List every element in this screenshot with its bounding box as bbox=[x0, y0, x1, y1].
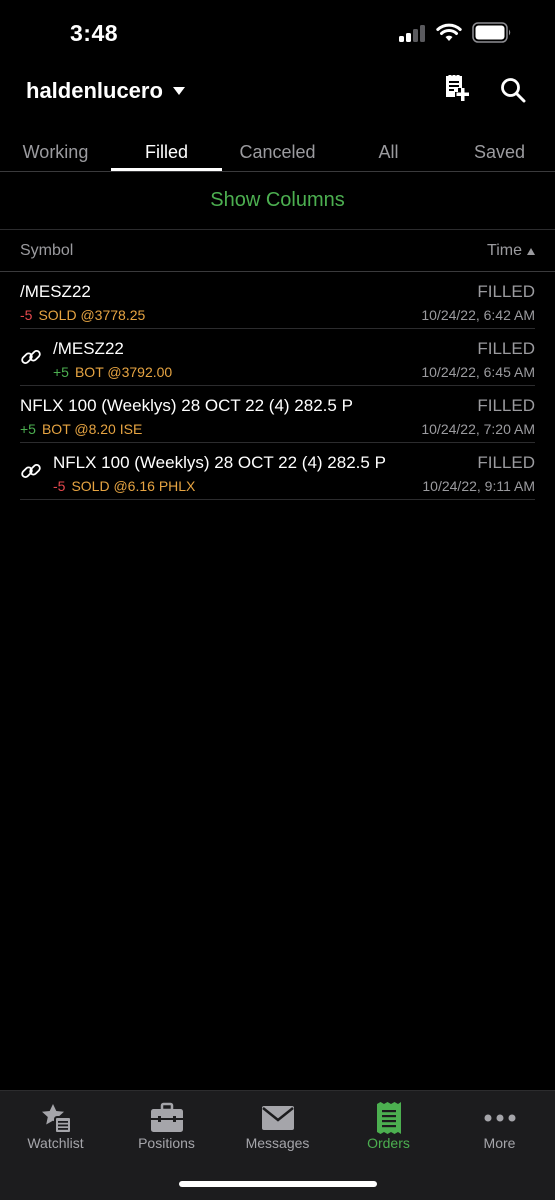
order-status: FILLED bbox=[477, 453, 535, 472]
tabbar-label: More bbox=[483, 1135, 516, 1151]
order-symbol: NFLX 100 (Weeklys) 28 OCT 22 (4) 282.5 P bbox=[53, 453, 386, 472]
sort-ascending-icon bbox=[527, 247, 535, 255]
tab-working[interactable]: Working bbox=[0, 142, 111, 163]
order-time: 10/24/22, 6:42 AM bbox=[421, 307, 535, 323]
order-detail: +5 BOT @8.20 ISE bbox=[20, 421, 142, 437]
order-row[interactable]: NFLX 100 (Weeklys) 28 OCT 22 (4) 282.5 P… bbox=[20, 443, 535, 500]
more-dots-icon bbox=[484, 1114, 516, 1122]
column-header-time[interactable]: Time bbox=[487, 242, 535, 260]
active-tab-indicator bbox=[111, 168, 222, 171]
search-icon[interactable] bbox=[500, 77, 526, 103]
column-headers: Symbol Time bbox=[0, 230, 555, 272]
orders-list: /MESZ22 -5 SOLD @3778.25 FILLED 10/24/22,… bbox=[0, 272, 555, 500]
status-bar: 3:48 bbox=[0, 0, 555, 66]
order-detail: -5 SOLD @6.16 PHLX bbox=[53, 478, 195, 494]
tab-saved[interactable]: Saved bbox=[444, 142, 555, 163]
tab-canceled[interactable]: Canceled bbox=[222, 142, 333, 163]
tab-all[interactable]: All bbox=[333, 142, 444, 163]
briefcase-icon bbox=[151, 1102, 183, 1132]
order-row[interactable]: /MESZ22 -5 SOLD @3778.25 FILLED 10/24/22,… bbox=[20, 272, 535, 329]
order-quantity: +5 bbox=[20, 421, 36, 437]
account-selector[interactable]: haldenlucero bbox=[26, 78, 185, 104]
order-time: 10/24/22, 7:20 AM bbox=[421, 421, 535, 437]
battery-icon bbox=[472, 22, 511, 43]
tabbar-label: Messages bbox=[245, 1135, 310, 1151]
tabbar-orders[interactable]: Orders bbox=[333, 1091, 444, 1161]
order-status: FILLED bbox=[477, 282, 535, 301]
link-icon bbox=[21, 350, 41, 364]
account-name: haldenlucero bbox=[26, 78, 163, 103]
tabbar-more[interactable]: More bbox=[444, 1091, 555, 1161]
order-symbol: NFLX 100 (Weeklys) 28 OCT 22 (4) 282.5 P bbox=[20, 396, 353, 415]
order-status-tabs: Working Filled Canceled All Saved bbox=[0, 128, 555, 172]
order-quantity: +5 bbox=[53, 364, 69, 380]
tabbar-label: Orders bbox=[367, 1135, 410, 1151]
receipt-icon bbox=[377, 1102, 401, 1134]
envelope-icon bbox=[262, 1106, 294, 1130]
order-fill: BOT @8.20 ISE bbox=[41, 421, 143, 437]
wifi-icon bbox=[436, 23, 462, 41]
order-fill: BOT @3792.00 bbox=[74, 364, 173, 380]
order-quantity: -5 bbox=[20, 307, 33, 323]
link-icon bbox=[21, 464, 41, 478]
column-header-symbol[interactable]: Symbol bbox=[20, 242, 73, 260]
tabbar-watchlist[interactable]: Watchlist bbox=[0, 1091, 111, 1161]
column-header-time-label: Time bbox=[487, 242, 522, 259]
header: haldenlucero bbox=[0, 66, 555, 118]
order-symbol: /MESZ22 bbox=[53, 339, 124, 358]
home-indicator[interactable] bbox=[179, 1181, 377, 1187]
order-row[interactable]: NFLX 100 (Weeklys) 28 OCT 22 (4) 282.5 P… bbox=[20, 386, 535, 443]
order-time: 10/24/22, 9:11 AM bbox=[422, 478, 535, 494]
tabbar-positions[interactable]: Positions bbox=[111, 1091, 222, 1161]
order-fill: SOLD @6.16 PHLX bbox=[71, 478, 196, 494]
new-order-icon[interactable] bbox=[443, 75, 471, 103]
tabbar-label: Watchlist bbox=[27, 1135, 84, 1151]
tabbar-label: Positions bbox=[138, 1135, 195, 1151]
caret-down-icon bbox=[172, 87, 185, 95]
status-time: 3:48 bbox=[70, 20, 119, 46]
order-detail: +5 BOT @3792.00 bbox=[53, 364, 172, 380]
order-detail: -5 SOLD @3778.25 bbox=[20, 307, 145, 323]
order-status: FILLED bbox=[477, 339, 535, 358]
cellular-signal-icon bbox=[399, 25, 427, 42]
order-row[interactable]: /MESZ22 +5 BOT @3792.00 FILLED 10/24/22, … bbox=[20, 329, 535, 386]
order-fill: SOLD @3778.25 bbox=[38, 307, 146, 323]
show-columns-button[interactable]: Show Columns bbox=[0, 172, 555, 230]
order-symbol: /MESZ22 bbox=[20, 282, 91, 301]
tab-filled[interactable]: Filled bbox=[111, 142, 222, 163]
order-quantity: -5 bbox=[53, 478, 66, 494]
order-time: 10/24/22, 6:45 AM bbox=[421, 364, 535, 380]
order-status: FILLED bbox=[477, 396, 535, 415]
tabbar-messages[interactable]: Messages bbox=[222, 1091, 333, 1161]
star-list-icon bbox=[42, 1104, 72, 1134]
